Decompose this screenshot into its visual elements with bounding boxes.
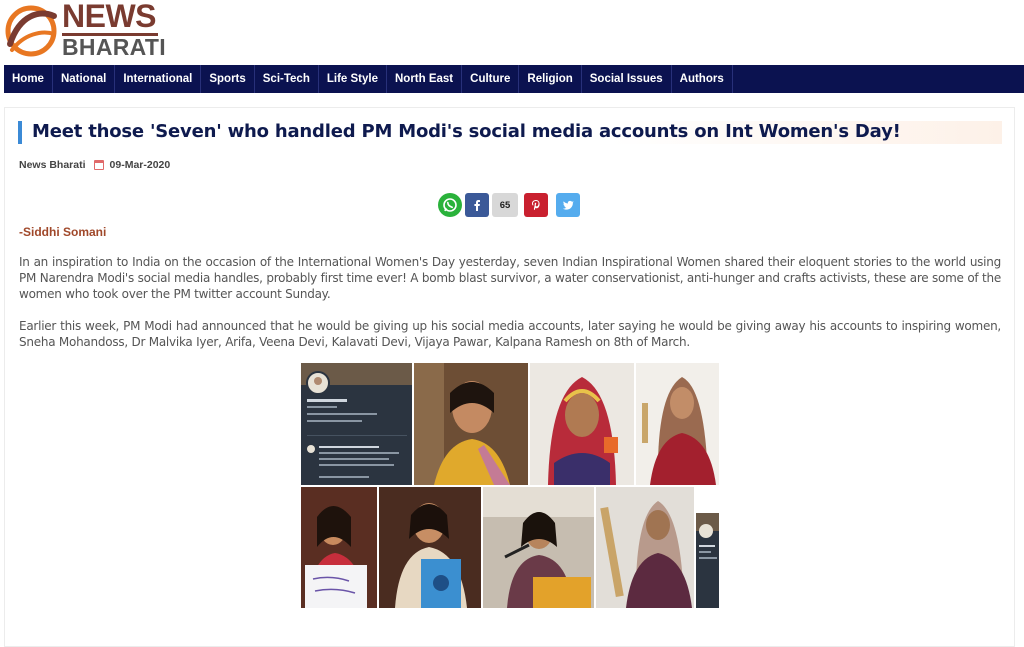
article-author[interactable]: News Bharati [19,159,86,171]
nav-item-authors[interactable]: Authors [672,65,733,93]
article-title: Meet those 'Seven' who handled PM Modi's… [32,121,901,142]
whatsapp-share-button[interactable] [438,193,462,217]
nav-item-north-east[interactable]: North East [387,65,463,93]
facebook-share-button[interactable] [465,193,489,217]
nav-item-national[interactable]: National [53,65,116,93]
logo-text-news: NEWS [62,0,157,34]
nav-item-social-issues[interactable]: Social Issues [582,65,672,93]
photo-woman-speaking-mic [483,487,594,608]
photo-twitter-profile-screenshot-small [696,513,719,608]
main-nav: Home National International Sports Sci-T… [4,65,1024,93]
article-meta: News Bharati 09-Mar-2020 [19,159,170,171]
photo-woman-holding-document [379,487,481,608]
logo-text-bharati: BHARATI [62,34,166,60]
photo-woman-embroidered-headdress [530,363,634,485]
news-bharati-logo-icon [5,5,57,57]
article-image-collage [301,363,719,608]
article-title-bar: Meet those 'Seven' who handled PM Modi's… [18,121,1002,144]
facebook-icon [474,200,480,211]
nav-item-sci-tech[interactable]: Sci-Tech [255,65,319,93]
nav-item-international[interactable]: International [115,65,202,93]
pinterest-icon [532,200,540,210]
nav-item-life-style[interactable]: Life Style [319,65,387,93]
share-bar: 65 [438,193,583,217]
twitter-profile-graphic [301,363,412,478]
site-logo[interactable]: NEWS BHARATI [4,0,166,62]
nav-item-sports[interactable]: Sports [201,65,255,93]
article-container: Meet those 'Seven' who handled PM Modi's… [4,107,1015,647]
article-paragraph: Earlier this week, PM Modi had announced… [19,319,1001,349]
nav-item-home[interactable]: Home [4,65,53,93]
photo-woman-holding-sign [301,487,377,608]
article-date: 09-Mar-2020 [109,159,171,171]
calendar-icon [93,160,104,170]
site-header: NEWS BHARATI [0,0,1024,64]
twitter-share-button[interactable] [556,193,580,217]
photo-woman-holding-award [636,363,719,485]
share-count-badge: 65 [492,193,518,217]
nav-item-culture[interactable]: Culture [462,65,520,93]
photo-twitter-profile-screenshot [301,363,412,485]
photo-woman-yellow-saree [414,363,528,485]
nav-item-religion[interactable]: Religion [519,65,582,93]
article-byline: -Siddhi Somani [19,225,107,239]
twitter-icon [562,200,574,210]
whatsapp-icon [443,198,457,212]
article-paragraph: In an inspiration to India on the occasi… [19,255,1001,301]
photo-elderly-woman-award [596,487,694,608]
pinterest-share-button[interactable] [524,193,548,217]
